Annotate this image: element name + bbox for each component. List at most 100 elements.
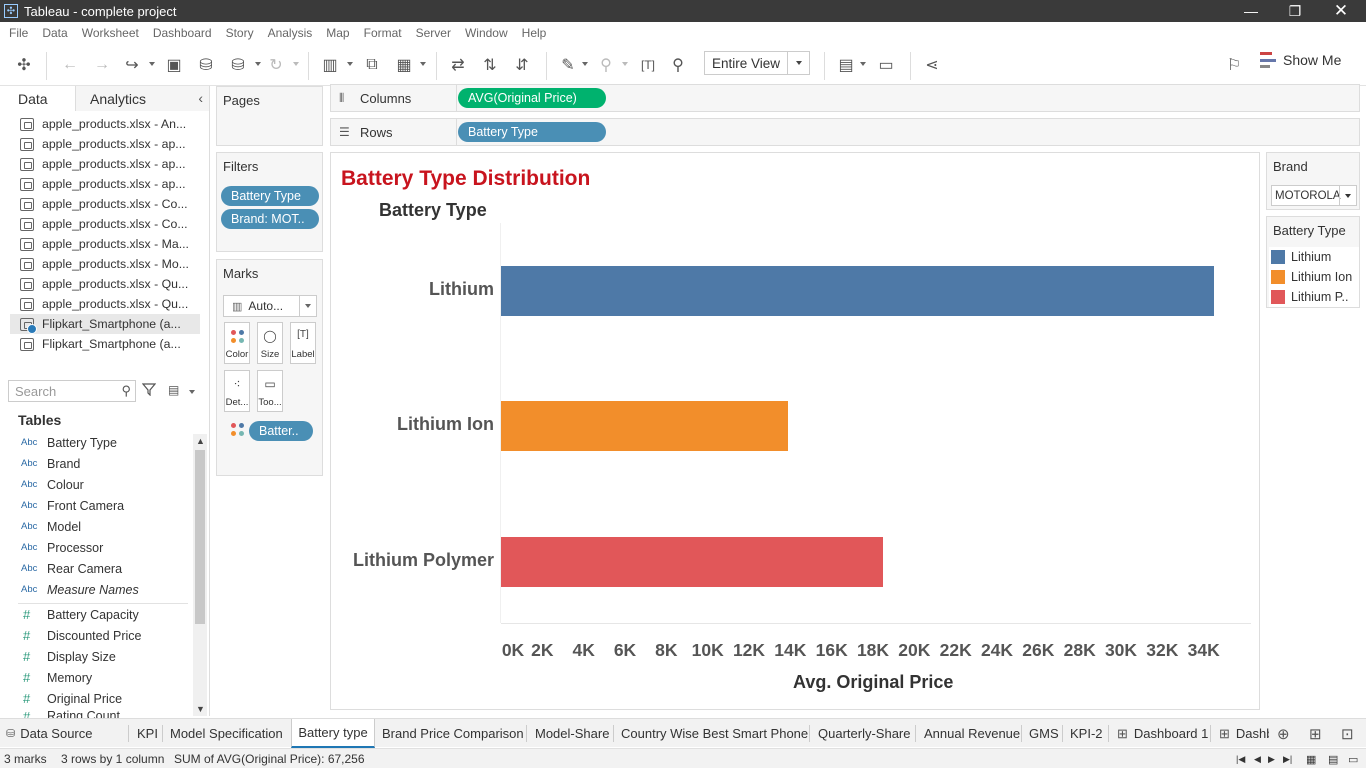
tab-gms[interactable]: GMS xyxy=(1029,719,1059,748)
search-input[interactable]: Search ⚲ xyxy=(8,380,136,402)
datasource-item[interactable]: apple_products.xlsx - Co... xyxy=(10,214,200,234)
show-cards-icon[interactable]: ▤ xyxy=(836,54,856,76)
view-dropdown-icon[interactable] xyxy=(189,390,195,394)
dimension-field[interactable]: Abc Rear Camera xyxy=(18,558,188,579)
show-me-button[interactable]: Show Me xyxy=(1260,52,1341,68)
menu-server[interactable]: Server xyxy=(409,26,458,40)
tab-dashboard-1[interactable]: ⊞ Dashboard 1 xyxy=(1117,719,1208,748)
clear-dropdown-icon[interactable] xyxy=(420,62,426,66)
datasource-item[interactable]: apple_products.xlsx - Ma... xyxy=(10,234,200,254)
next-page-icon[interactable]: ▶ xyxy=(1268,754,1275,765)
datasource-item[interactable]: apple_products.xlsx - Mo... xyxy=(10,254,200,274)
size-button[interactable]: ◯ Size xyxy=(257,322,283,364)
redo-icon[interactable]: → xyxy=(92,54,112,76)
dimension-field[interactable]: Abc Battery Type xyxy=(18,432,188,453)
share-icon[interactable]: ⋖ xyxy=(922,54,942,76)
show-tabs-icon[interactable]: ▭ xyxy=(1348,753,1358,766)
new-worksheet-dropdown-icon[interactable] xyxy=(347,62,353,66)
filter-pill-battery-type[interactable]: Battery Type xyxy=(221,186,319,206)
measure-field[interactable]: # Memory xyxy=(18,667,188,688)
datasource-item-selected[interactable]: Flipkart_Smartphone (a... xyxy=(10,314,200,334)
datasource-item[interactable]: apple_products.xlsx - An... xyxy=(10,114,200,134)
measure-field[interactable]: # Original Price xyxy=(18,688,188,709)
tab-analytics[interactable]: Analytics xyxy=(76,86,209,111)
duplicate-sheet-icon[interactable]: ⧉ xyxy=(362,54,382,76)
sort-ascending-icon[interactable]: ⇅ xyxy=(480,54,500,76)
dimension-field[interactable]: Abc Brand xyxy=(18,453,188,474)
show-mark-labels-icon[interactable]: [T] xyxy=(638,54,658,76)
sort-descending-icon[interactable]: ⇵ xyxy=(512,54,532,76)
refresh-icon[interactable]: ↻ xyxy=(266,54,286,76)
collapse-pane-icon[interactable]: ‹ xyxy=(198,90,203,106)
scrollbar-thumb[interactable] xyxy=(195,450,205,624)
datasource-item[interactable]: Flipkart_Smartphone (a... xyxy=(10,334,200,354)
fix-axes-icon[interactable]: ⚲ xyxy=(668,54,688,76)
new-worksheet-icon[interactable]: ▥ xyxy=(320,54,340,76)
rows-shelf[interactable]: ☰ Rows Battery Type xyxy=(330,118,1360,146)
menu-worksheet[interactable]: Worksheet xyxy=(75,26,146,40)
dimension-field[interactable]: Abc Colour xyxy=(18,474,188,495)
columns-pill[interactable]: AVG(Original Price) xyxy=(458,88,606,108)
measure-field[interactable]: # Display Size xyxy=(18,646,188,667)
bar-lithium-polymer[interactable] xyxy=(501,537,883,587)
tab-data-source[interactable]: ⛁ Data Source xyxy=(6,719,98,748)
presentation-mode-icon[interactable]: ▭ xyxy=(876,54,896,76)
datasource-item[interactable]: apple_products.xlsx - Qu... xyxy=(10,294,200,314)
bar-lithium[interactable] xyxy=(501,266,1214,316)
highlight-icon[interactable]: ✎ xyxy=(558,54,578,76)
show-filmstrip-icon[interactable]: ▤ xyxy=(1328,753,1338,766)
close-icon[interactable]: ✕ xyxy=(1318,0,1364,22)
menu-dashboard[interactable]: Dashboard xyxy=(146,26,219,40)
tab-battery-type[interactable]: Battery type xyxy=(291,719,375,748)
new-worksheet-tab-icon[interactable]: ⊕ xyxy=(1277,719,1290,748)
tab-kpi-2[interactable]: KPI-2 xyxy=(1070,719,1103,748)
datasource-item[interactable]: apple_products.xlsx - ap... xyxy=(10,154,200,174)
replay-icon[interactable]: ↪ xyxy=(122,54,142,76)
group-dropdown-icon[interactable] xyxy=(622,62,628,66)
tab-dashboard-2[interactable]: ⊞Dashb xyxy=(1219,719,1269,748)
brand-filter-select[interactable]: MOTOROLA xyxy=(1271,185,1357,206)
menu-story[interactable]: Story xyxy=(219,26,261,40)
legend-item[interactable]: Lithium Ion xyxy=(1269,267,1359,287)
replay-dropdown-icon[interactable] xyxy=(149,62,155,66)
menu-analysis[interactable]: Analysis xyxy=(261,26,320,40)
tableau-home-icon[interactable]: ✣ xyxy=(14,54,34,76)
scroll-up-icon[interactable]: ▲ xyxy=(196,436,205,446)
menu-file[interactable]: File xyxy=(2,26,35,40)
datasource-item[interactable]: apple_products.xlsx - ap... xyxy=(10,174,200,194)
tab-annual-revenue[interactable]: Annual Revenue xyxy=(924,719,1020,748)
datasource-item[interactable]: apple_products.xlsx - Qu... xyxy=(10,274,200,294)
swap-rows-columns-icon[interactable]: ⇄ xyxy=(448,54,468,76)
menu-help[interactable]: Help xyxy=(515,26,554,40)
tab-kpi[interactable]: KPI xyxy=(137,719,158,748)
measure-names-field[interactable]: Abc Measure Names xyxy=(18,579,188,600)
last-page-icon[interactable]: ▶| xyxy=(1283,754,1292,765)
tab-quarterly-share[interactable]: Quarterly-Share xyxy=(818,719,910,748)
group-members-icon[interactable]: ⚲ xyxy=(596,54,616,76)
format-painter-icon[interactable]: ⚐ xyxy=(1224,54,1244,76)
new-datasource-icon[interactable]: ⛁ xyxy=(196,54,216,76)
save-icon[interactable]: ▣ xyxy=(164,54,184,76)
bar-lithium-ion[interactable] xyxy=(501,401,788,451)
new-dashboard-tab-icon[interactable]: ⊞ xyxy=(1309,719,1322,748)
clear-sheet-icon[interactable]: ▦ xyxy=(394,54,414,76)
restore-icon[interactable]: ❐ xyxy=(1272,0,1318,22)
fit-select[interactable]: Entire View xyxy=(704,51,810,75)
marks-color-pill[interactable]: Batter.. xyxy=(249,421,313,441)
field-list-scrollbar[interactable]: ▲ ▼ xyxy=(193,434,207,716)
detail-button[interactable]: ⁖ Det... xyxy=(224,370,250,412)
pause-dropdown-icon[interactable] xyxy=(255,62,261,66)
pages-card[interactable]: Pages xyxy=(216,86,323,146)
show-cards-dropdown-icon[interactable] xyxy=(860,62,866,66)
tab-model-specification[interactable]: Model Specification xyxy=(170,719,283,748)
label-button[interactable]: [T] Label xyxy=(290,322,316,364)
view-data-icon[interactable]: ▤ xyxy=(168,383,179,397)
minimize-icon[interactable]: — xyxy=(1228,0,1274,22)
measure-field[interactable]: # Battery Capacity xyxy=(18,604,188,625)
first-page-icon[interactable]: |◀ xyxy=(1236,754,1245,765)
undo-icon[interactable]: ← xyxy=(60,54,80,76)
datasource-item[interactable]: apple_products.xlsx - ap... xyxy=(10,134,200,154)
columns-shelf[interactable]: ⦀ Columns AVG(Original Price) xyxy=(330,84,1360,112)
menu-data[interactable]: Data xyxy=(35,26,74,40)
menu-window[interactable]: Window xyxy=(458,26,515,40)
